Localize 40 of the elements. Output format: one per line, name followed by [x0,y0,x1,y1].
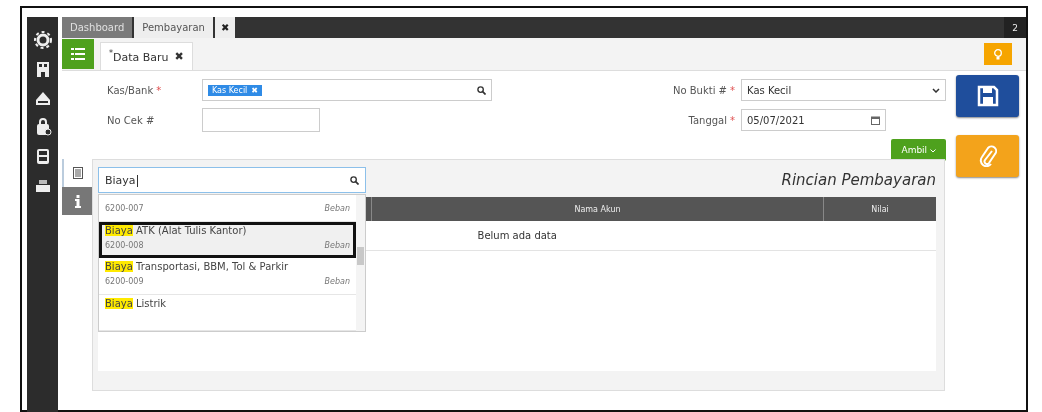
user-menu-button[interactable]: 2 [1004,17,1026,38]
match-highlight: Biaya [105,224,133,236]
column-header: Nilai [823,197,936,221]
caret-icon [932,87,940,93]
gear-icon[interactable] [33,31,52,49]
save-button[interactable] [956,75,1019,117]
empty-message: Belum ada data [477,230,557,241]
data-tab[interactable]: $^{*}$Data Baru ✖ [100,42,193,70]
info-icon [75,194,81,208]
scrollbar[interactable] [356,195,365,331]
list-button[interactable] [62,39,94,69]
date-field[interactable]: 05/07/2021 [741,109,886,131]
selected-tag[interactable]: Kas Kecil ✖ [208,84,263,96]
calendar-icon[interactable] [871,115,880,125]
kas-bank-field[interactable]: Kas Kecil ✖ [202,79,492,101]
no-cek-label: No Cek # [106,114,156,126]
search-icon [350,175,359,185]
no-cek-field[interactable] [202,108,320,132]
no-bukti-select[interactable]: Kas Kecil [741,79,946,101]
bulb-icon [994,48,1002,60]
match-highlight: Biaya [105,297,133,309]
kas-bank-label: Kas/Bank * [106,84,163,96]
panel-title: Rincian Pembayaran [781,171,936,189]
document-icon [73,167,83,179]
list-icon [71,48,85,60]
search-icon [477,85,486,95]
paperclip-icon [978,145,997,167]
text-cursor [136,174,138,187]
match-highlight: Biaya [105,261,133,272]
close-tab-button[interactable]: ✖ [214,17,235,38]
suggestion-item[interactable]: Biaya ATK (Alat Tulis Kantor) 6200-008 Beban [99,221,356,258]
column-header: Nama Akun [371,197,824,221]
account-search-field[interactable]: Biaya [98,167,366,193]
side-tab[interactable] [62,187,92,215]
caret-icon [930,149,936,153]
save-icon [976,85,999,107]
top-tab[interactable]: Pembayaran [134,17,213,38]
suggestion-item[interactable]: Biaya Transportasi, BBM, Tol & Parkir 6200-009 Beban [99,258,356,295]
no-bukti-label: No Bukti # * [672,84,736,96]
tanggal-label: Tanggal * [688,114,736,126]
